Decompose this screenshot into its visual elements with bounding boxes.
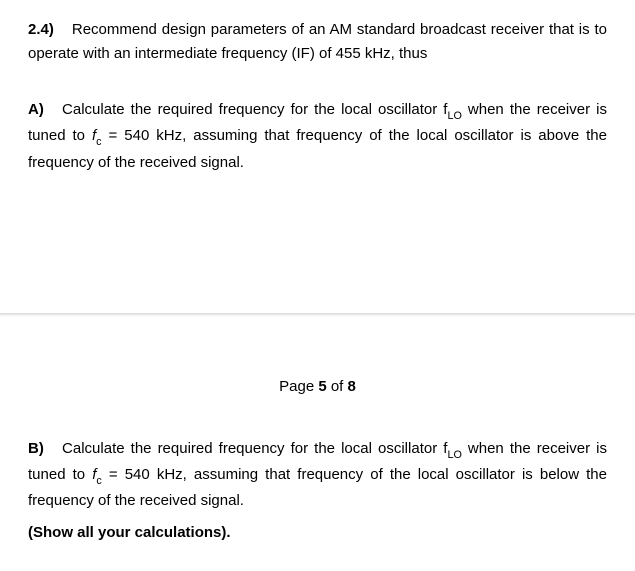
blank-space <box>28 183 607 313</box>
page-number: Page 5 of 8 <box>28 375 607 399</box>
part-b-note: (Show all your calculations). <box>28 521 607 545</box>
part-a: A) Calculate the required frequency for … <box>28 98 607 175</box>
part-a-text-2: Calculate the required frequency for the… <box>62 101 447 118</box>
page-current: 5 <box>318 378 326 395</box>
page-total: 8 <box>348 378 356 395</box>
question-intro: 2.4)Recommend design parameters of an AM… <box>28 18 607 66</box>
page-prefix: Page <box>279 378 318 395</box>
part-b-text-4: = 540 kHz, assuming that frequency of th… <box>28 466 607 509</box>
fc-sub-b: c <box>96 475 101 487</box>
fc-sub-a: c <box>96 136 101 148</box>
page-divider <box>0 313 635 317</box>
part-a-text-1 <box>50 101 62 118</box>
show-calculations-note: (Show all your calculations). <box>28 524 231 541</box>
part-b-label: B) <box>28 440 44 457</box>
part-b: B) Calculate the required frequency for … <box>28 437 607 514</box>
part-b-text-2: Calculate the required frequency for the… <box>62 440 447 457</box>
part-a-text-4: = 540 kHz, assuming that frequency of th… <box>28 127 607 170</box>
part-b-text-1 <box>50 440 62 457</box>
question-number: 2.4) <box>28 21 54 38</box>
page-of: of <box>327 378 348 395</box>
part-a-label: A) <box>28 101 44 118</box>
subscript-lo-b: LO <box>447 449 461 461</box>
subscript-lo-a: LO <box>447 110 461 122</box>
question-intro-text: Recommend design parameters of an AM sta… <box>28 21 607 62</box>
